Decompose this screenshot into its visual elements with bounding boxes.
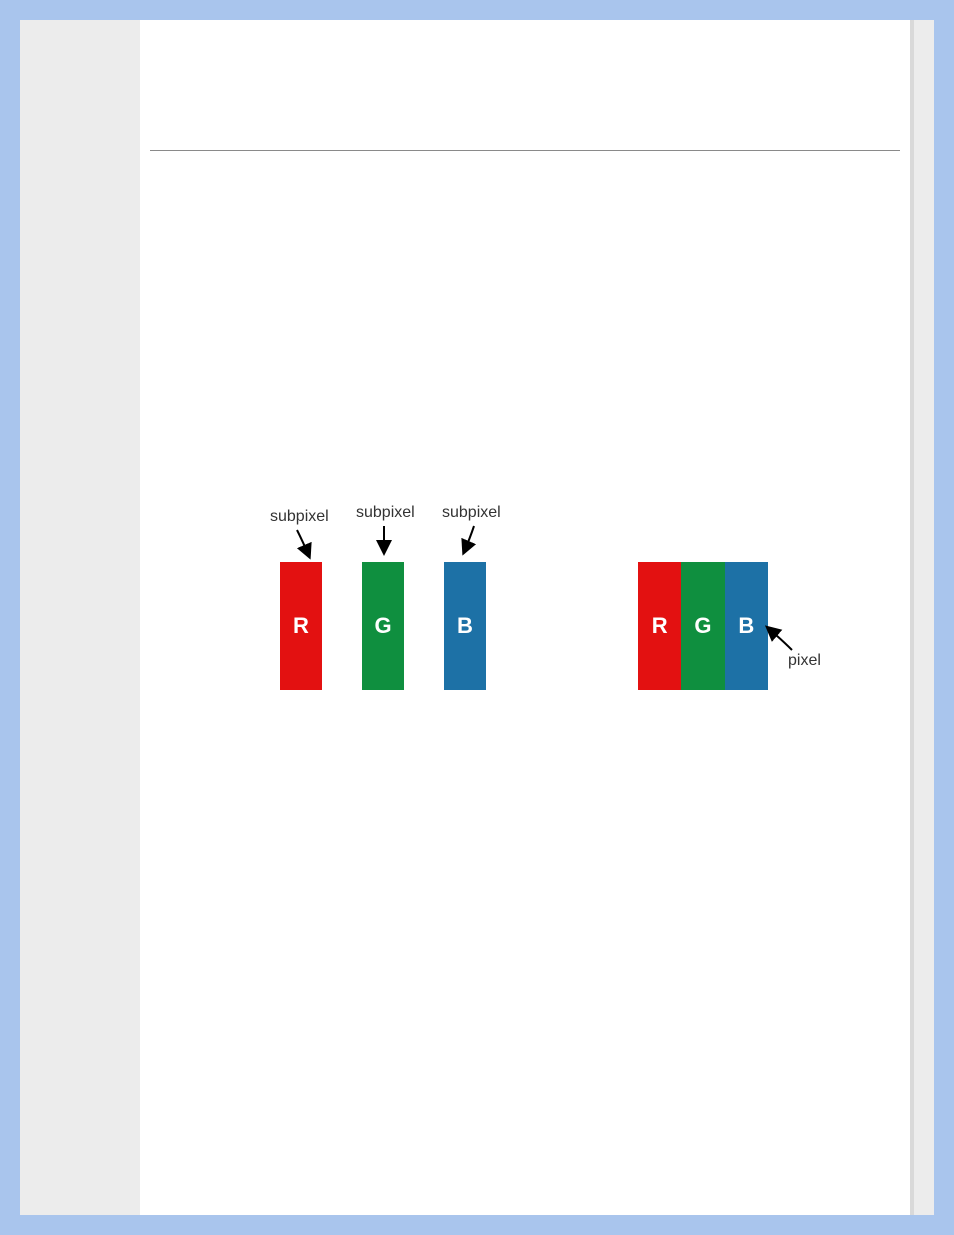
pixel-label: pixel — [788, 652, 821, 670]
pixel-group: R G B — [638, 562, 768, 690]
pixel-subpixel-green: G — [681, 562, 724, 690]
app-frame: subpixel subpixel subpixel R — [20, 20, 934, 1215]
pixel-letter: G — [694, 613, 711, 639]
subpixel-green: G — [362, 562, 404, 690]
subpixel-label-g: subpixel — [356, 504, 415, 522]
pixel-letter: B — [738, 613, 754, 639]
subpixel-label-b: subpixel — [442, 504, 501, 522]
arrow-icon — [295, 528, 325, 562]
subpixel-label-r: subpixel — [270, 508, 329, 526]
pixel-subpixel-red: R — [638, 562, 681, 690]
horizontal-rule — [150, 150, 900, 151]
arrow-icon — [456, 524, 486, 560]
pixel-letter: R — [652, 613, 668, 639]
document-page: subpixel subpixel subpixel R — [140, 20, 910, 1215]
subpixel-letter: R — [293, 613, 309, 639]
subpixel-letter: G — [374, 613, 391, 639]
subpixel-letter: B — [457, 613, 473, 639]
subpixel-blue: B — [444, 562, 486, 690]
subpixel-red: R — [280, 562, 322, 690]
page-shadow — [910, 20, 914, 1215]
arrow-icon — [762, 622, 802, 656]
arrow-icon — [378, 524, 398, 560]
rgb-subpixel-diagram: subpixel subpixel subpixel R — [140, 490, 910, 750]
